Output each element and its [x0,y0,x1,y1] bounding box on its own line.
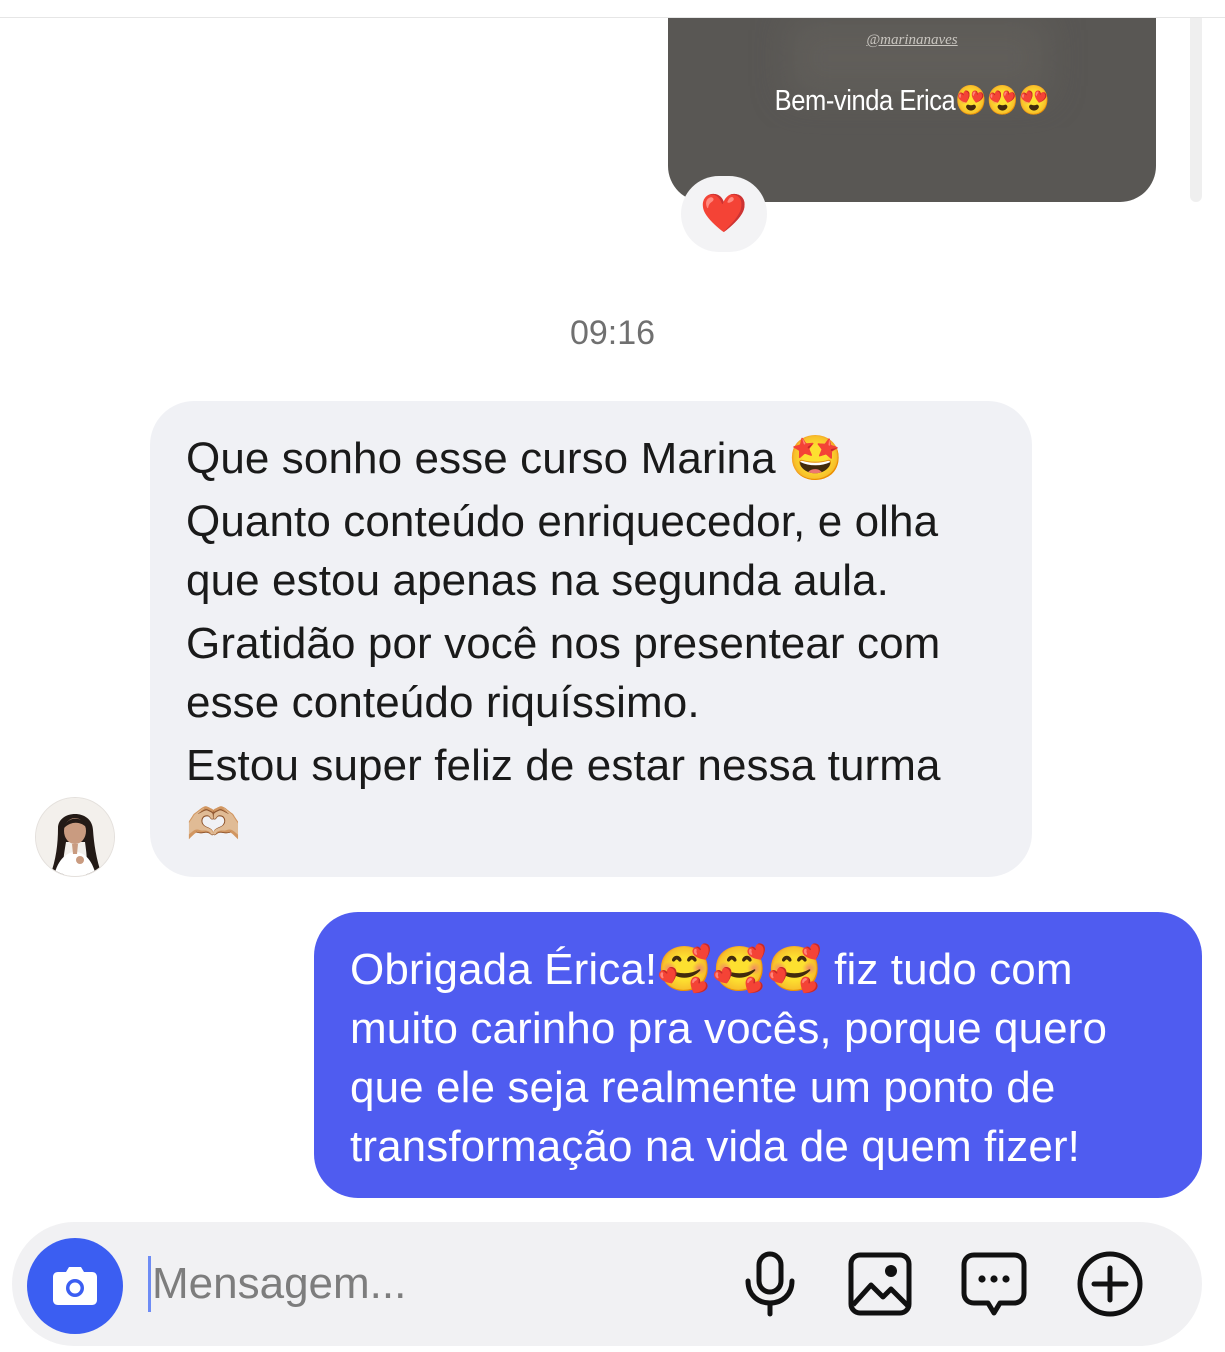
incoming-message-line: esse conteúdo riquíssimo. [186,678,700,727]
outgoing-message-bubble[interactable]: Obrigada Érica!🥰🥰🥰 fiz tudo com muito ca… [314,912,1202,1198]
microphone-icon [745,1251,795,1317]
text-caret [148,1256,151,1312]
image-icon [848,1252,912,1316]
shared-story-card[interactable]: @marinanaves Bem-vinda Erica😍😍😍 [668,18,1156,202]
outgoing-message-line: transformação na vida de quem fizer! [350,1122,1080,1171]
camera-icon [53,1267,97,1305]
heart-reaction[interactable]: ❤️ [681,176,767,252]
gallery-button[interactable] [844,1248,916,1320]
adjacent-card-edge [1190,18,1202,202]
incoming-message-line: Quanto conteúdo enriquecedor, e olha [186,497,939,546]
outgoing-message-line: que ele seja realmente um ponto de [350,1063,1056,1112]
outgoing-message-line: muito carinho pra vocês, porque quero [350,1004,1108,1053]
incoming-message-line: que estou apenas na segunda aula. [186,556,890,605]
heart-icon: ❤️ [700,193,748,235]
message-timestamp: 09:16 [569,314,656,352]
add-button[interactable] [1074,1248,1146,1320]
sticker-button[interactable] [958,1248,1030,1320]
incoming-message-line: Estou super feliz de estar nessa turma [186,741,941,790]
microphone-button[interactable] [734,1248,806,1320]
incoming-message-line: Gratidão por você nos presentear com [186,619,941,668]
incoming-message-line: Que sonho esse curso Marina 🤩 [186,434,843,483]
story-caption: Bem-vinda Erica😍😍😍 [774,85,1050,117]
camera-button[interactable] [27,1238,123,1334]
message-input[interactable] [152,1252,712,1316]
sticker-chat-icon [961,1252,1027,1316]
avatar[interactable] [36,798,114,876]
avatar-photo [36,798,114,876]
add-icon [1077,1251,1143,1317]
incoming-message-line: 🫶🏼 [186,800,241,849]
incoming-message-bubble[interactable]: Que sonho esse curso Marina 🤩 Quanto con… [150,401,1032,877]
outgoing-message-line: Obrigada Érica!🥰🥰🥰 fiz tudo com [350,945,1073,994]
story-handle: @marinanaves [866,32,958,48]
